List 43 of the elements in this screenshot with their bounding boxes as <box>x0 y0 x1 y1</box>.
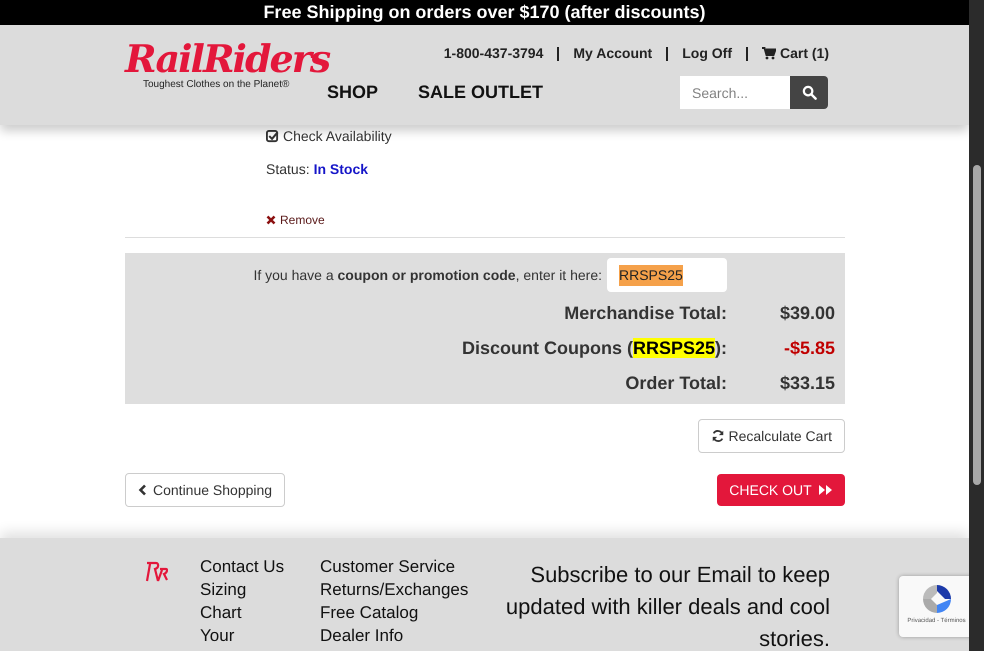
coupon-prompt: If you have a coupon or promotion code, enter it here: <box>253 266 602 285</box>
summary-value: $33.15 <box>778 372 835 395</box>
refresh-icon <box>710 429 724 443</box>
search-icon <box>802 85 816 100</box>
footer-link[interactable]: Sizing <box>200 578 320 601</box>
recalculate-cart-button[interactable]: Recalculate Cart <box>698 419 845 453</box>
cart-icon <box>762 47 776 60</box>
continue-shopping-button[interactable]: Continue Shopping <box>125 473 286 507</box>
footer-link[interactable]: Free Catalog <box>320 601 500 624</box>
summary-label: Order Total: <box>625 372 727 395</box>
summary-value: $39.00 <box>778 302 835 325</box>
logo-tagline: Toughest Clothes on the Planet® <box>143 79 290 91</box>
summary-label: Merchandise Total: <box>564 302 727 325</box>
check-availability-link[interactable]: Check Availability <box>283 126 392 147</box>
header-link[interactable]: Log Off <box>682 43 732 64</box>
nav-link[interactable]: SHOP <box>327 79 378 106</box>
promo-banner: Free Shipping on orders over $170 (after discounts) <box>0 0 969 25</box>
subscribe-text: Subscribe to our Email to keep updated with killer deals and cool stories. <box>504 561 830 651</box>
checkbox-icon <box>266 130 279 143</box>
nav-link[interactable]: SALE OUTLET <box>418 79 544 106</box>
phone-link[interactable]: 1-800-437-3794 <box>444 43 544 64</box>
footer-link[interactable]: Contact Us <box>200 555 320 578</box>
summary-label: Discount Coupons (RRSPS25): <box>462 337 727 360</box>
footer-link[interactable]: Returns/Exchanges <box>320 578 500 601</box>
footer-link[interactable]: Dealer Info <box>320 624 500 647</box>
status-value: In Stock <box>314 160 368 179</box>
status-label: Status: <box>266 160 310 179</box>
footer-link[interactable]: Chart <box>200 601 320 624</box>
scrollbar-thumb[interactable] <box>972 165 980 485</box>
checkout-button[interactable]: CHECK OUT <box>717 474 845 506</box>
chevron-left-icon <box>138 484 147 496</box>
summary-value: -$5.85 <box>782 337 835 360</box>
footer-link[interactable]: Your <box>200 624 320 647</box>
brand-mark-icon <box>144 560 168 584</box>
header-link[interactable]: My Account <box>573 43 652 64</box>
search-field[interactable]: Search... <box>680 76 790 109</box>
cart-link[interactable]: Cart (1) <box>762 43 829 64</box>
footer-link[interactable]: Customer Service <box>320 555 500 578</box>
coupon-field[interactable]: RRSPS25 <box>607 258 727 292</box>
remove-link[interactable]: Remove <box>280 211 325 229</box>
fast-forward-icon <box>818 484 833 496</box>
search-button[interactable] <box>790 76 828 109</box>
remove-icon <box>266 215 276 225</box>
